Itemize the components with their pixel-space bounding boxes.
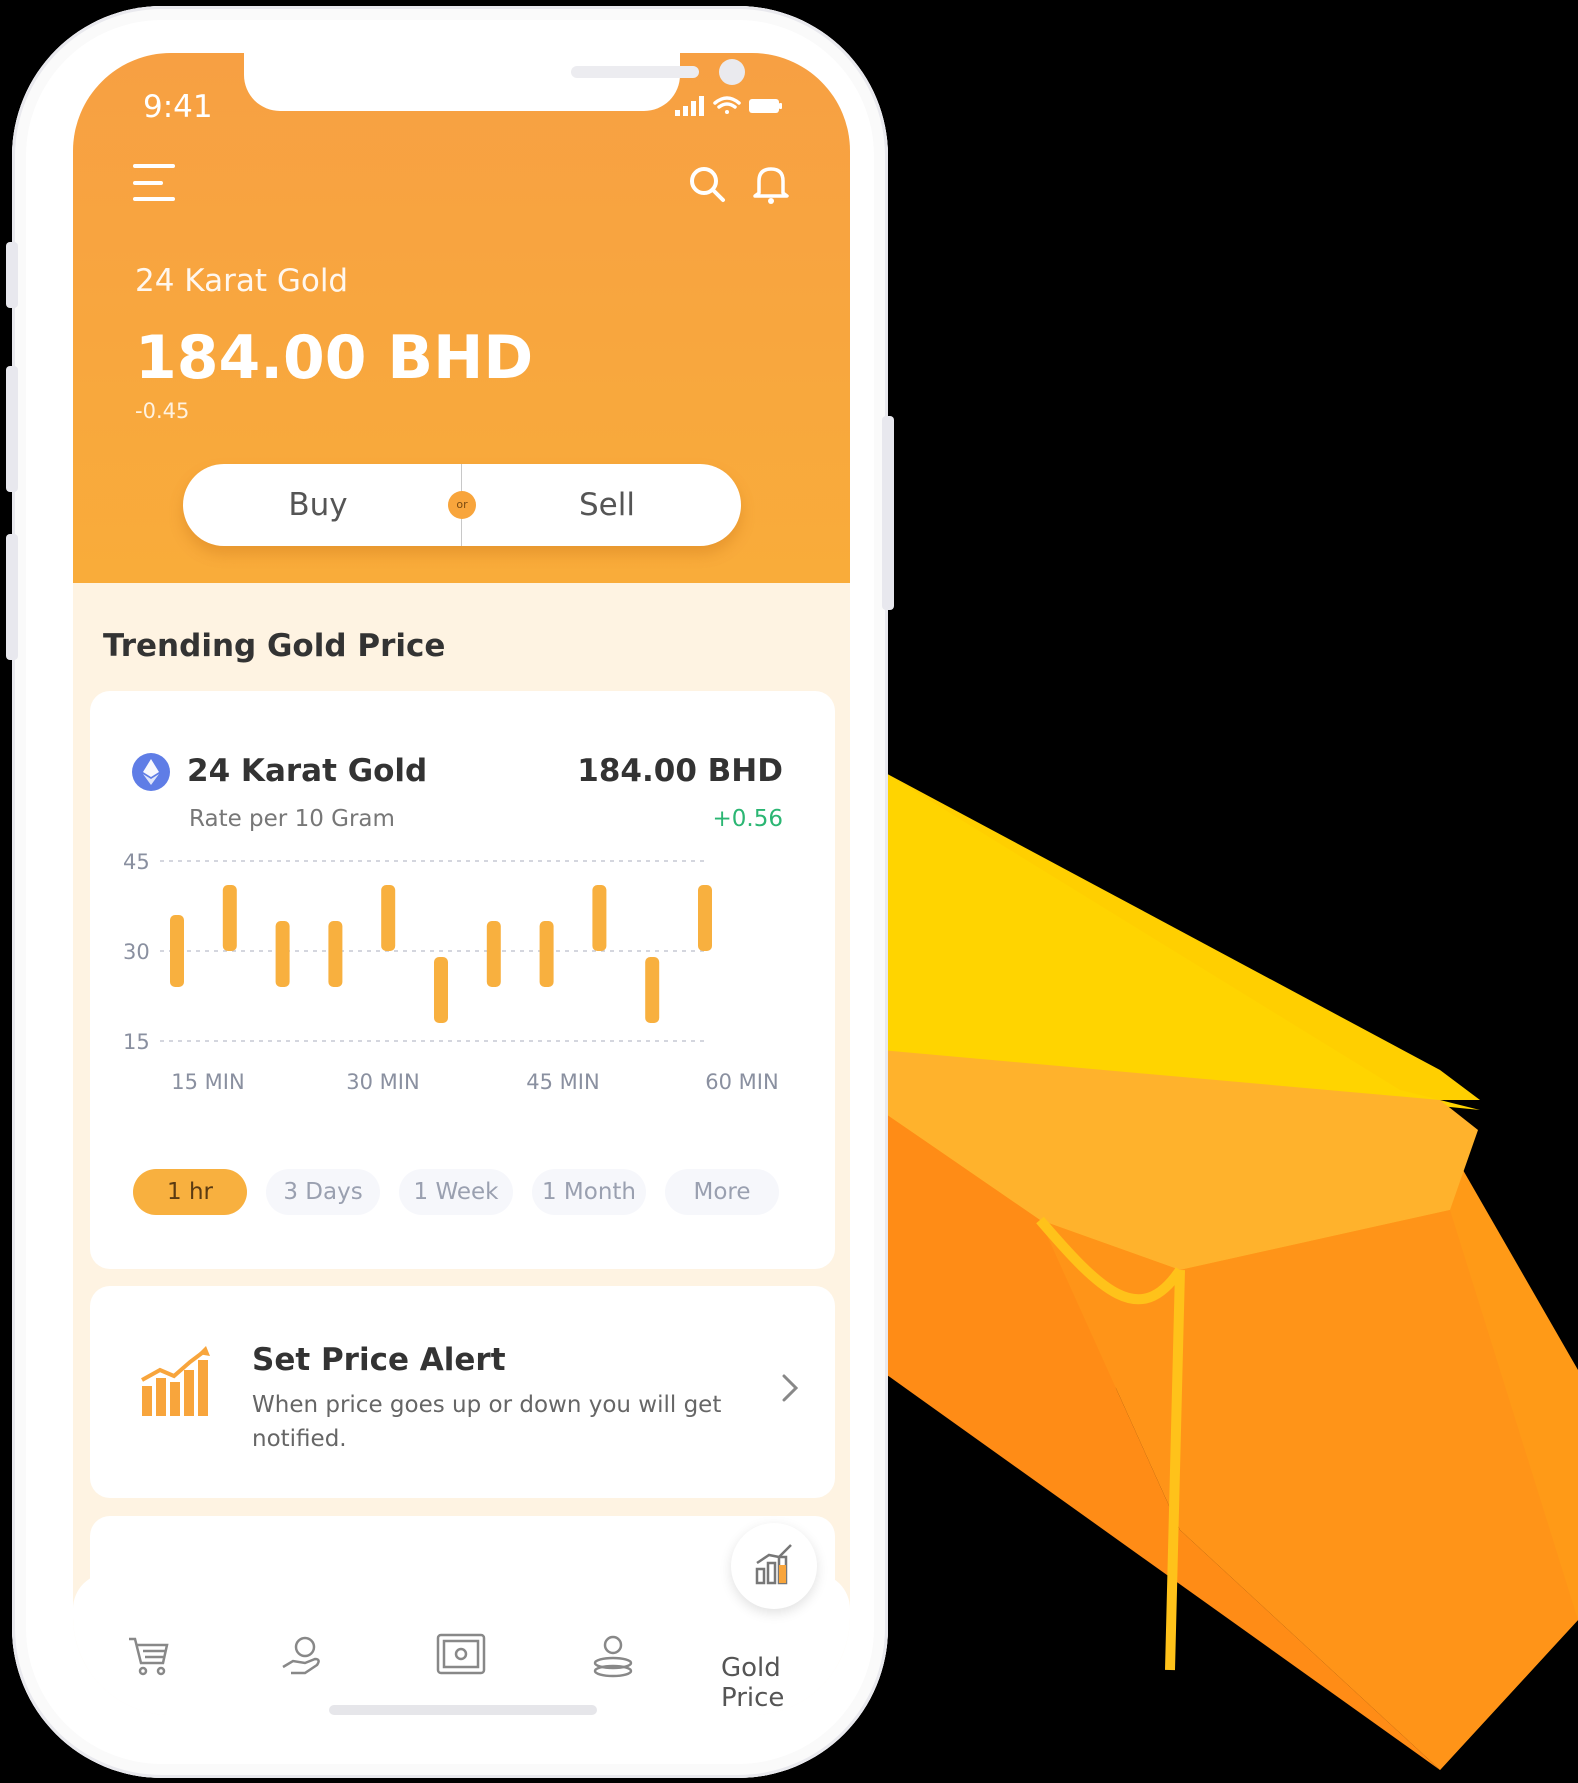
coin-stack-icon[interactable]	[591, 1633, 635, 1683]
hamburger-icon[interactable]	[131, 161, 177, 209]
chart-bar	[698, 885, 712, 951]
range-more[interactable]: More	[665, 1169, 779, 1215]
status-time: 9:41	[143, 89, 213, 125]
chart-bar	[486, 921, 501, 987]
wifi-icon	[713, 96, 741, 114]
card-price: 184.00 BHD	[577, 753, 783, 789]
range-3days[interactable]: 3 Days	[266, 1169, 380, 1215]
search-icon[interactable]	[688, 165, 728, 209]
chart-bar	[170, 915, 184, 987]
chart-bar	[328, 921, 343, 987]
gold-bar-illustration	[880, 770, 1578, 1770]
battery-icon	[749, 99, 782, 113]
card-title: 24 Karat Gold	[187, 753, 428, 789]
home-indicator	[329, 1705, 597, 1715]
ethereum-icon	[131, 752, 171, 796]
notch	[244, 53, 745, 111]
range-1month[interactable]: 1 Month	[532, 1169, 646, 1215]
chart-bar	[592, 885, 607, 951]
gold-price-tab-label[interactable]: Gold Price	[721, 1653, 850, 1713]
rising-chart-icon	[140, 1346, 210, 1422]
y-tick-label: 45	[123, 850, 150, 874]
card-subtitle: Rate per 10 Gram	[189, 806, 395, 832]
price-card: 24 Karat Gold 184.00 BHD Rate per 10 Gra…	[90, 691, 835, 1269]
x-tick-label: 15 MIN	[171, 1070, 244, 1094]
range-1hr[interactable]: 1 hr	[133, 1169, 247, 1215]
x-tick-label: 60 MIN	[705, 1070, 778, 1094]
chart-bar	[645, 957, 660, 1023]
bell-icon[interactable]	[753, 163, 789, 209]
sell-button[interactable]: Sell	[473, 464, 741, 546]
or-badge: or	[448, 491, 476, 519]
signal-icon	[675, 96, 704, 116]
section-title: Trending Gold Price	[103, 628, 446, 664]
y-tick-label: 30	[123, 940, 150, 964]
chart-bar	[275, 921, 290, 987]
buy-sell-toggle: Buy or Sell	[183, 464, 741, 546]
gold-price: 184.00 BHD	[135, 323, 534, 393]
chart-bar	[539, 921, 554, 987]
safe-icon[interactable]	[436, 1631, 486, 1681]
price-chart: 45 30 15 15 MIN 30 MIN 45 MIN 60 MIN	[123, 850, 779, 1094]
chart-bar	[222, 885, 237, 951]
gold-price-icon[interactable]	[731, 1523, 817, 1609]
price-change: -0.45	[135, 399, 190, 423]
alert-title: Set Price Alert	[252, 1342, 506, 1378]
card-change: +0.56	[712, 806, 783, 832]
app-screen: 9:41 24 Karat Gold 184.00 BHD -0.45 Buy …	[73, 53, 850, 1715]
chart-bar	[381, 885, 396, 951]
cart-icon[interactable]	[127, 1633, 171, 1681]
status-icons	[673, 91, 783, 125]
buy-button[interactable]: Buy	[183, 464, 453, 546]
x-tick-label: 45 MIN	[526, 1070, 599, 1094]
alert-description: When price goes up or down you will get …	[252, 1392, 722, 1452]
range-1week[interactable]: 1 Week	[399, 1169, 513, 1215]
x-tick-label: 30 MIN	[346, 1070, 419, 1094]
chevron-right-icon[interactable]	[780, 1372, 800, 1408]
phone-frame: 9:41 24 Karat Gold 184.00 BHD -0.45 Buy …	[6, 6, 894, 1778]
hand-coin-icon[interactable]	[281, 1633, 325, 1681]
price-alert-card[interactable]: Set Price Alert When price goes up or do…	[90, 1286, 835, 1498]
chart-bar	[434, 957, 448, 1023]
y-tick-label: 15	[123, 1030, 150, 1054]
gold-subtitle: 24 Karat Gold	[135, 263, 349, 299]
